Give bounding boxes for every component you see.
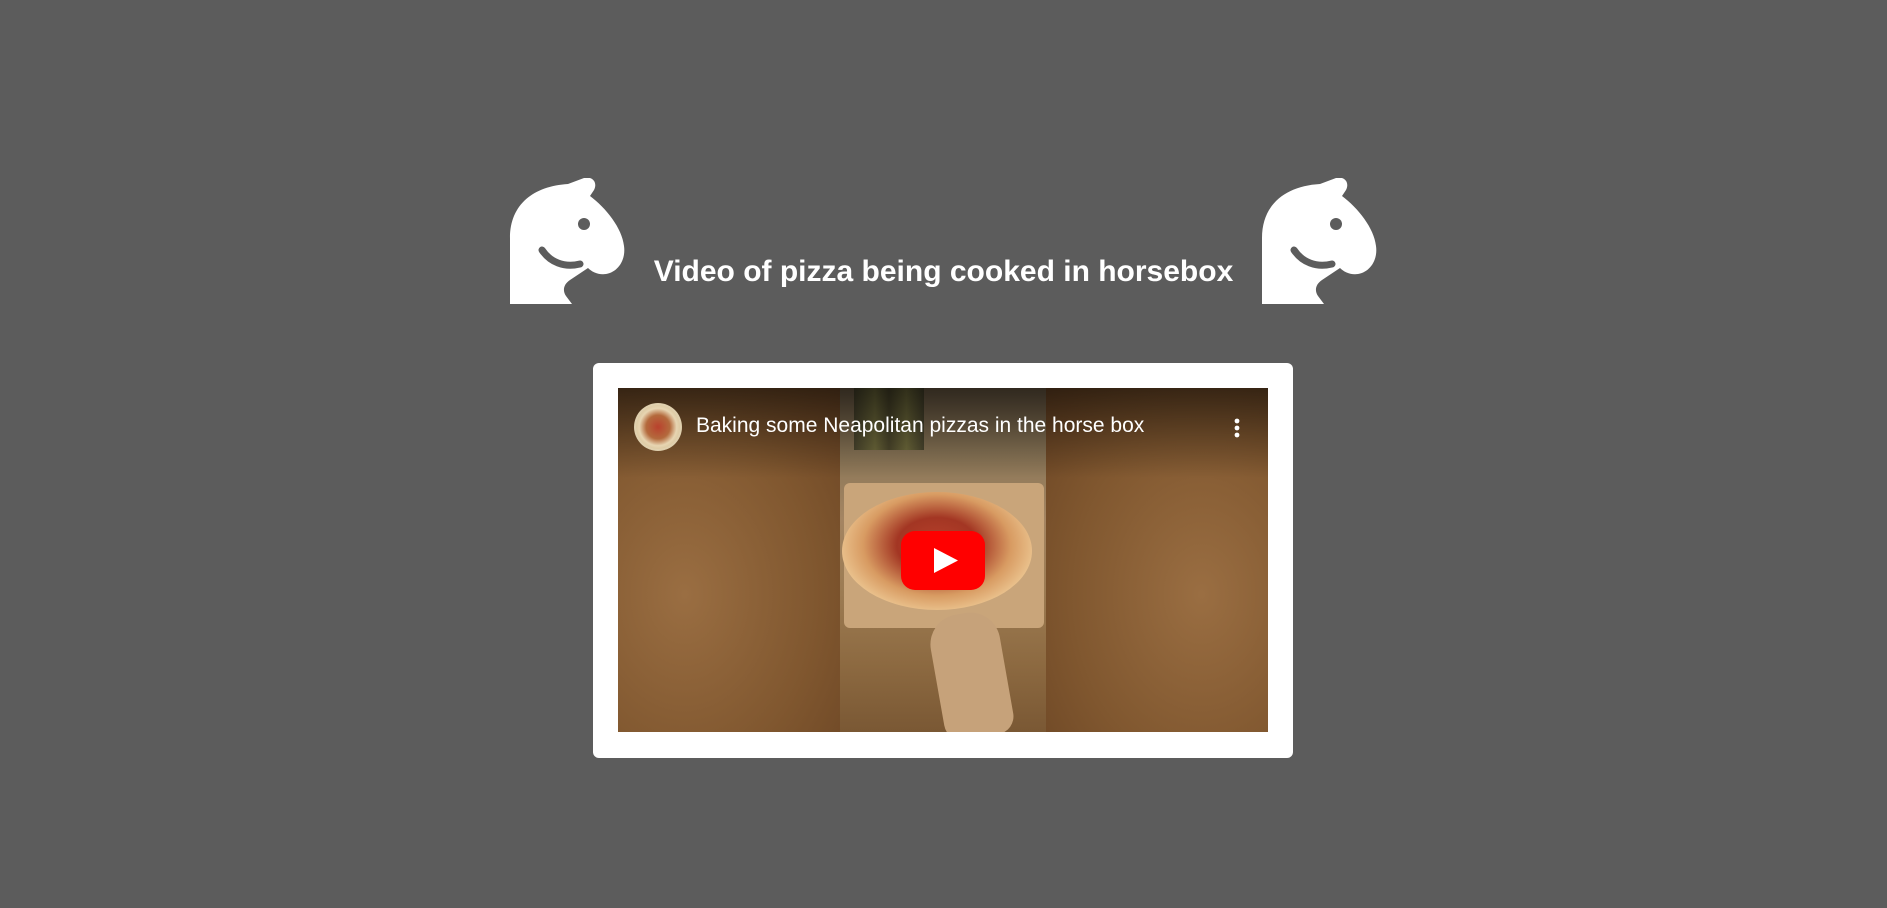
page-header: Video of pizza being cooked in horsebox [0,178,1887,304]
page-title: Video of pizza being cooked in horsebox [653,255,1234,288]
horse-head-icon [502,178,628,304]
channel-avatar[interactable] [634,403,682,451]
more-vertical-icon[interactable] [1227,416,1247,440]
video-card: Baking some Neapolitan pizzas in the hor… [593,363,1293,758]
video-player[interactable]: Baking some Neapolitan pizzas in the hor… [618,388,1268,732]
youtube-play-icon[interactable] [901,531,985,590]
page: Video of pizza being cooked in horsebox … [0,0,1887,908]
video-title-link[interactable]: Baking some Neapolitan pizzas in the hor… [696,414,1144,438]
horse-head-icon [1254,178,1380,304]
